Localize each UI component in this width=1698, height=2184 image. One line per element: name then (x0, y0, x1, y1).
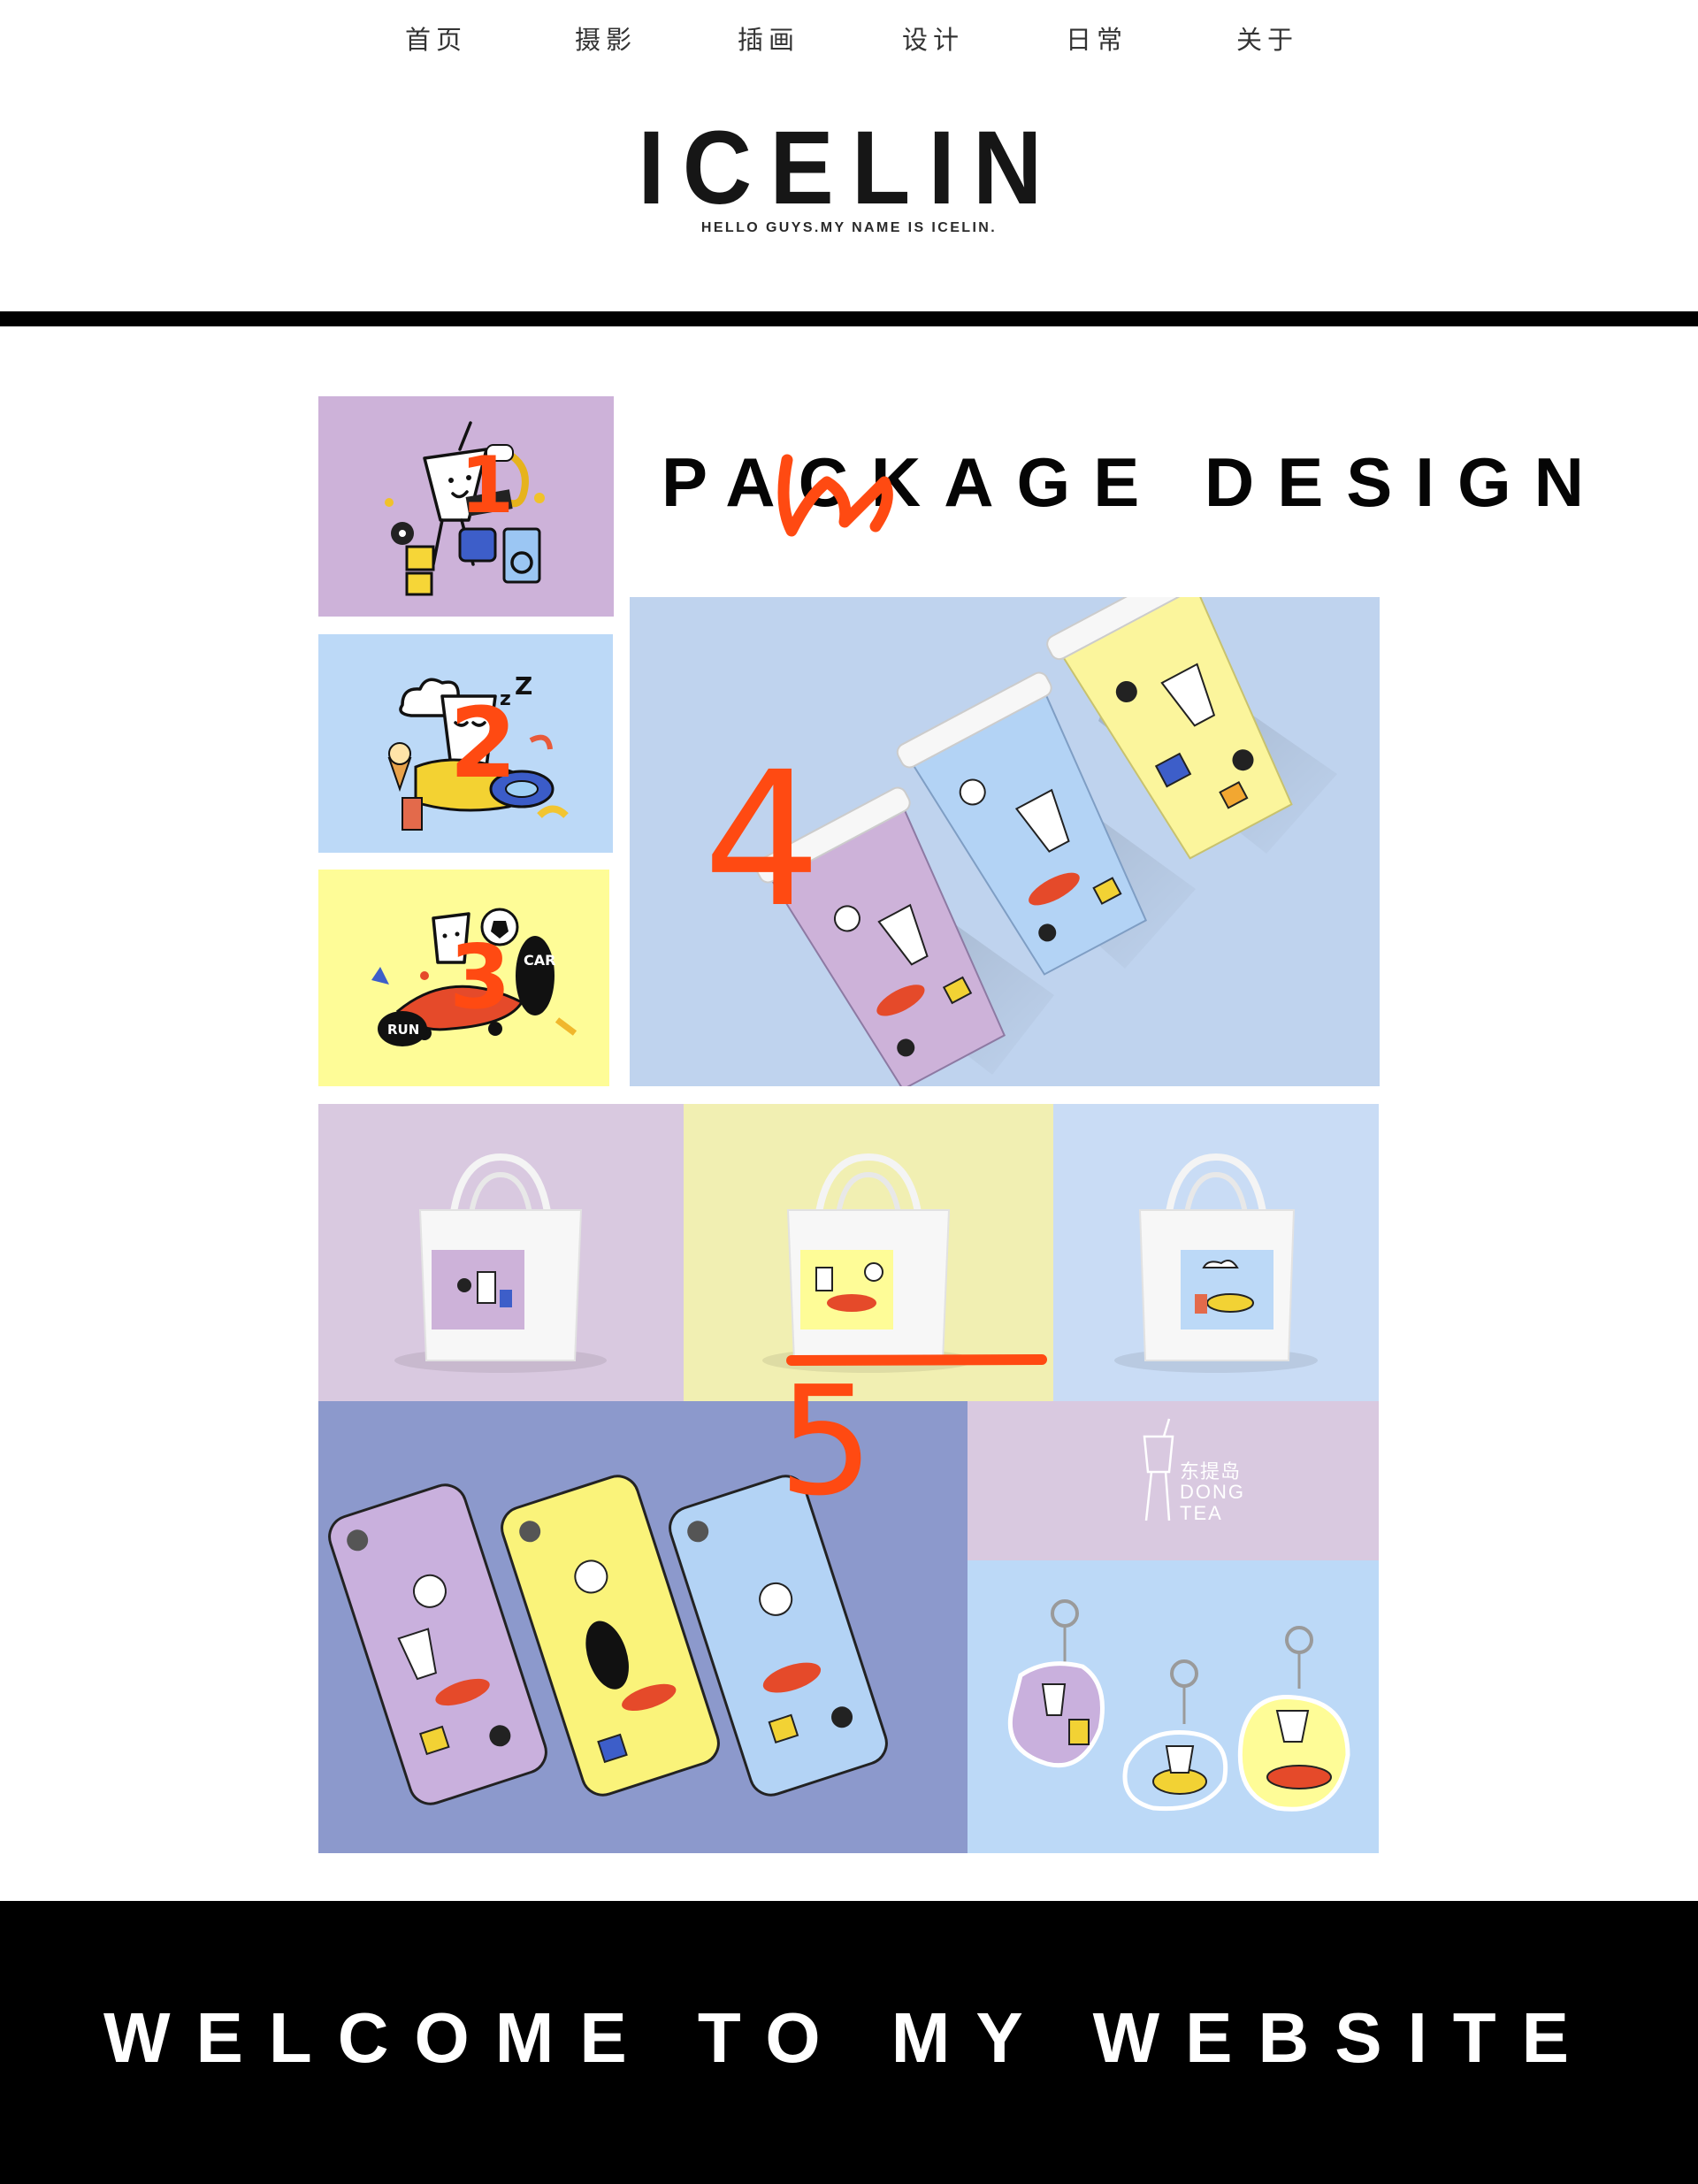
annotation-3: 3 (449, 925, 511, 1029)
annotation-overlay (777, 454, 1047, 1366)
annotation-2: 2 (449, 686, 517, 800)
title-scribble-mark (777, 454, 893, 537)
annotation-4: 4 (703, 732, 822, 948)
annotation-5: 5 (778, 1354, 875, 1529)
annotation-1: 1 (460, 440, 515, 531)
footer-welcome-text: WELCOME TO MY WEBSITE (103, 1998, 1595, 2077)
